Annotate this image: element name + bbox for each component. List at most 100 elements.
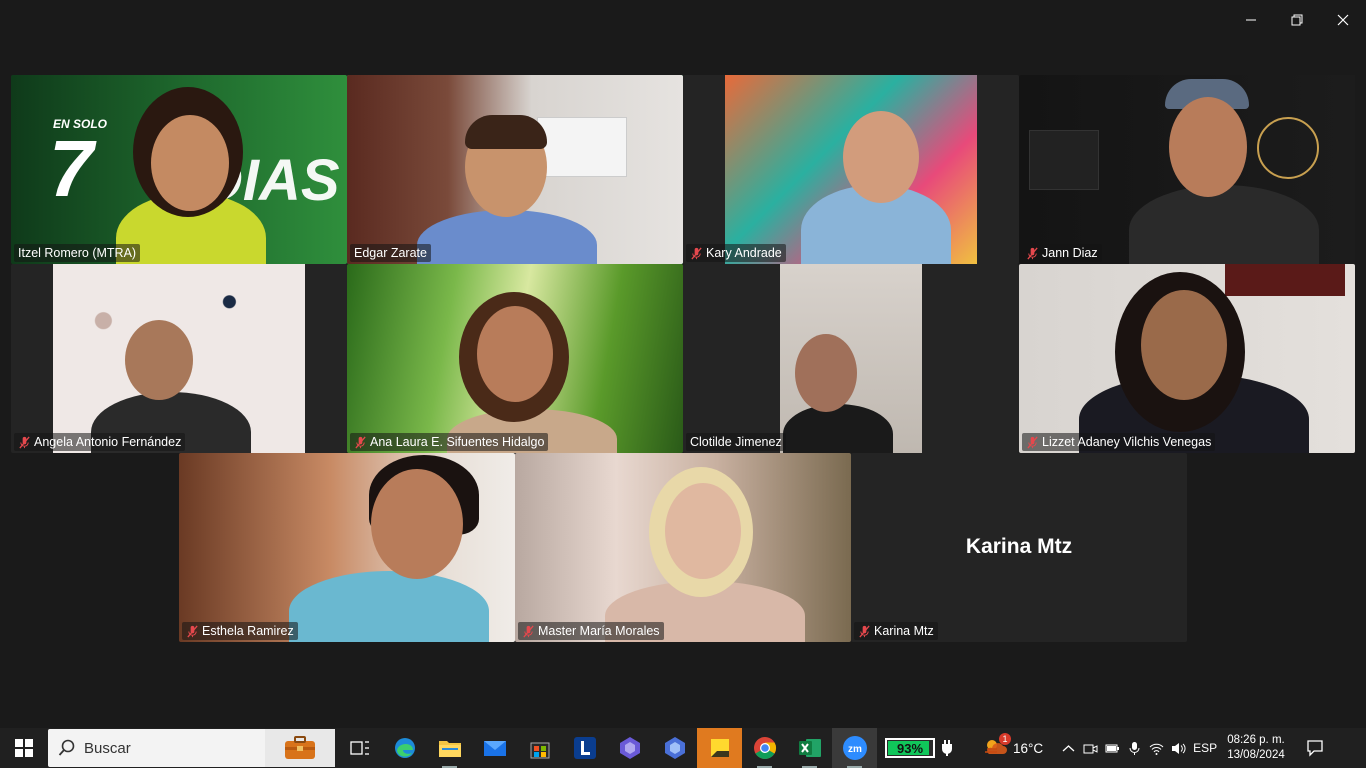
briefcase-icon	[285, 736, 315, 759]
battery-saver-icon[interactable]	[1105, 741, 1120, 756]
battery-indicator[interactable]: 93%	[885, 738, 953, 758]
participant-name-label: Ana Laura E. Sifuentes Hidalgo	[350, 433, 549, 451]
windows-taskbar: zm 93% 1 16°C ESP 08:26 p. m. 13/08/2024	[0, 728, 1366, 768]
task-view-icon	[349, 741, 369, 755]
microphone-muted-icon	[1026, 247, 1039, 260]
participant-tile-itzel[interactable]: EN SOLO 7 DIAS Itzel Romero (MTRA)	[11, 75, 347, 264]
zoom-button[interactable]: zm	[832, 728, 877, 768]
participant-tile-maria[interactable]: Master María Morales	[515, 453, 851, 642]
microphone-muted-icon	[354, 436, 367, 449]
microphone-icon[interactable]	[1127, 741, 1142, 756]
participant-name-label: Jann Diaz	[1022, 244, 1102, 262]
mail-icon	[483, 741, 506, 756]
search-highlight-image[interactable]	[265, 729, 335, 767]
weather-widget[interactable]: 1 16°C	[983, 732, 1044, 760]
file-explorer-icon	[438, 741, 461, 757]
microphone-muted-icon	[186, 625, 199, 638]
participant-name-label: Master María Morales	[518, 622, 664, 640]
l-app-button[interactable]	[562, 728, 607, 768]
participant-tile-clotilde[interactable]: Clotilde Jimenez	[683, 264, 1019, 453]
notification-button[interactable]	[1299, 739, 1331, 757]
person-face	[125, 320, 193, 400]
search-icon	[58, 739, 75, 756]
edge-button[interactable]	[382, 728, 427, 768]
person-hair	[465, 115, 547, 149]
file-explorer-button[interactable]	[427, 728, 472, 768]
sticky-notes-button[interactable]	[697, 728, 742, 768]
store-button[interactable]	[517, 728, 562, 768]
participant-tile-ana-laura[interactable]: Ana Laura E. Sifuentes Hidalgo	[347, 264, 683, 453]
person-face	[477, 306, 553, 402]
language-indicator[interactable]: ESP	[1193, 741, 1217, 755]
excel-button[interactable]	[787, 728, 832, 768]
background-text: 7	[49, 124, 94, 213]
copilot-icon	[619, 737, 640, 759]
start-button[interactable]	[0, 728, 48, 768]
microphone-muted-icon	[690, 247, 703, 260]
participant-name-label: Esthela Ramirez	[182, 622, 298, 640]
l-app-icon	[573, 737, 596, 759]
participant-tile-lizzet[interactable]: Lizzet Adaney Vilchis Venegas	[1019, 264, 1355, 453]
microphone-muted-icon	[18, 436, 31, 449]
person-face	[665, 483, 741, 579]
mail-button[interactable]	[472, 728, 517, 768]
person-face	[371, 469, 463, 579]
windows-logo-icon	[15, 739, 33, 757]
microphone-muted-icon	[522, 625, 535, 638]
person-face	[843, 111, 919, 203]
chrome-button[interactable]	[742, 728, 787, 768]
participant-tile-angela[interactable]: Angela Antonio Fernández	[11, 264, 347, 453]
chrome-icon	[753, 737, 776, 759]
sticky-notes-icon	[710, 739, 729, 757]
restore-button[interactable]	[1274, 0, 1320, 40]
person-face	[1169, 97, 1247, 197]
copilot-alt-button[interactable]	[652, 728, 697, 768]
notification-icon	[1307, 740, 1323, 757]
participant-name-label: Clotilde Jimenez	[686, 433, 786, 451]
temperature-label: 16°C	[1013, 740, 1044, 756]
taskbar-search-box[interactable]	[48, 729, 335, 767]
store-icon	[530, 742, 549, 759]
charging-plug-icon	[942, 740, 952, 756]
person-face	[795, 334, 857, 412]
search-input[interactable]	[84, 739, 244, 757]
task-view-button[interactable]	[337, 728, 382, 768]
participant-name-label: Itzel Romero (MTRA)	[14, 244, 141, 262]
participant-name-label: Angela Antonio Fernández	[14, 433, 186, 451]
participant-tile-kary[interactable]: Kary Andrade	[683, 75, 1019, 264]
participant-tile-jann[interactable]: Jann Diaz	[1019, 75, 1355, 264]
participant-name-label: Edgar Zarate	[350, 244, 431, 262]
participant-tile-edgar[interactable]: Edgar Zarate	[347, 75, 683, 264]
volume-icon[interactable]	[1171, 741, 1186, 756]
system-tray: ESP	[1061, 741, 1217, 756]
copilot-alt-icon	[664, 737, 685, 759]
camera-icon[interactable]	[1083, 741, 1098, 756]
weather-icon-wrap: 1	[983, 732, 1011, 760]
wall-sign	[1225, 264, 1345, 296]
participant-name-label: Karina Mtz	[854, 622, 938, 640]
wifi-icon[interactable]	[1149, 741, 1164, 756]
participant-name-label: Lizzet Adaney Vilchis Venegas	[1022, 433, 1216, 451]
participant-tile-karina[interactable]: Karina Mtz Karina Mtz	[851, 453, 1187, 642]
participant-display-name: Karina Mtz	[965, 535, 1073, 558]
weather-badge: 1	[999, 732, 1011, 745]
clock[interactable]: 08:26 p. m. 13/08/2024	[1227, 733, 1285, 763]
zoom-icon: zm	[842, 736, 867, 760]
minimize-button[interactable]	[1228, 0, 1274, 40]
chevron-up-icon[interactable]	[1061, 741, 1076, 756]
minimize-icon	[1246, 19, 1256, 21]
window-controls	[1228, 0, 1366, 40]
copilot-button[interactable]	[607, 728, 652, 768]
svg-text:zm: zm	[848, 744, 862, 755]
clock-date: 13/08/2024	[1227, 749, 1285, 761]
clock-time: 08:26 p. m.	[1227, 734, 1285, 746]
close-icon	[1337, 14, 1349, 26]
person-face	[1141, 290, 1227, 400]
person-face	[151, 115, 229, 211]
battery-meter: 93%	[885, 738, 935, 758]
battery-percent: 93%	[896, 740, 924, 756]
close-button[interactable]	[1320, 0, 1366, 40]
taskbar-apps: zm	[337, 728, 877, 768]
restore-icon	[1291, 14, 1303, 26]
participant-tile-esthela[interactable]: Esthela Ramirez	[179, 453, 515, 642]
